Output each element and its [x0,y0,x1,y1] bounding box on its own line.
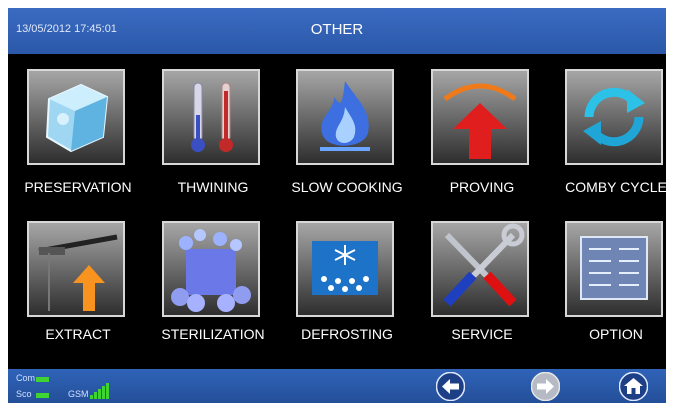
function-grid: PRESERVATION THWINING SLOW COOKING PROVI… [8,54,666,369]
sco-label: Sco [16,389,32,399]
ice-cube-icon [27,69,125,165]
tile-proving[interactable]: PROVING [414,54,550,204]
tile-label: OPTION [589,326,643,342]
com-label: Com [16,373,36,383]
gsm-label: GSM [68,389,89,399]
status-bar: Com Sco GSM [8,369,666,403]
forward-arrow-icon [530,371,561,402]
tile-label: DEFROSTING [301,326,393,342]
tile-label: THWINING [177,179,249,195]
sco-led-indicator [36,393,49,398]
signal-strength-icon [90,383,109,399]
tile-option[interactable]: OPTION [548,206,666,356]
snowflake-drops-icon [296,221,394,317]
tile-slow-cooking[interactable]: SLOW COOKING [279,54,415,204]
back-arrow-icon [435,371,466,402]
tile-extract[interactable]: EXTRACT [10,206,146,356]
home-button[interactable] [618,371,649,402]
tile-thwining[interactable]: THWINING [145,54,281,204]
tile-label: PROVING [449,179,515,195]
tile-preservation[interactable]: PRESERVATION [10,54,146,204]
cycle-arrows-icon [565,69,663,165]
tile-service[interactable]: SERVICE [414,206,550,356]
probe-icon [27,221,125,317]
screen-frame: 13/05/2012 17:45:01 OTHER PRESERVATION T… [8,8,666,403]
rising-arrow-icon [431,69,529,165]
tile-label: PRESERVATION [24,179,132,195]
header-bar: 13/05/2012 17:45:01 OTHER [8,8,666,54]
com-led-indicator [36,377,49,382]
tile-defrosting[interactable]: DEFROSTING [279,206,415,356]
home-icon [618,371,649,402]
bubbles-icon [162,221,260,317]
tile-label: EXTRACT [45,326,111,342]
page-title: OTHER [310,21,364,38]
checklist-icon [565,221,663,317]
thermometers-icon [162,69,260,165]
tile-comby-cycle[interactable]: COMBY CYCLE [548,54,666,204]
tile-sterilization[interactable]: STERILIZATION [145,206,281,356]
flame-icon [296,69,394,165]
tile-label: SLOW COOKING [291,179,403,195]
tile-label: SERVICE [451,326,513,342]
forward-button[interactable] [530,371,561,402]
tools-icon [431,221,529,317]
tile-label: COMBY CYCLE [565,179,666,195]
back-button[interactable] [435,371,466,402]
tile-label: STERILIZATION [161,326,265,342]
